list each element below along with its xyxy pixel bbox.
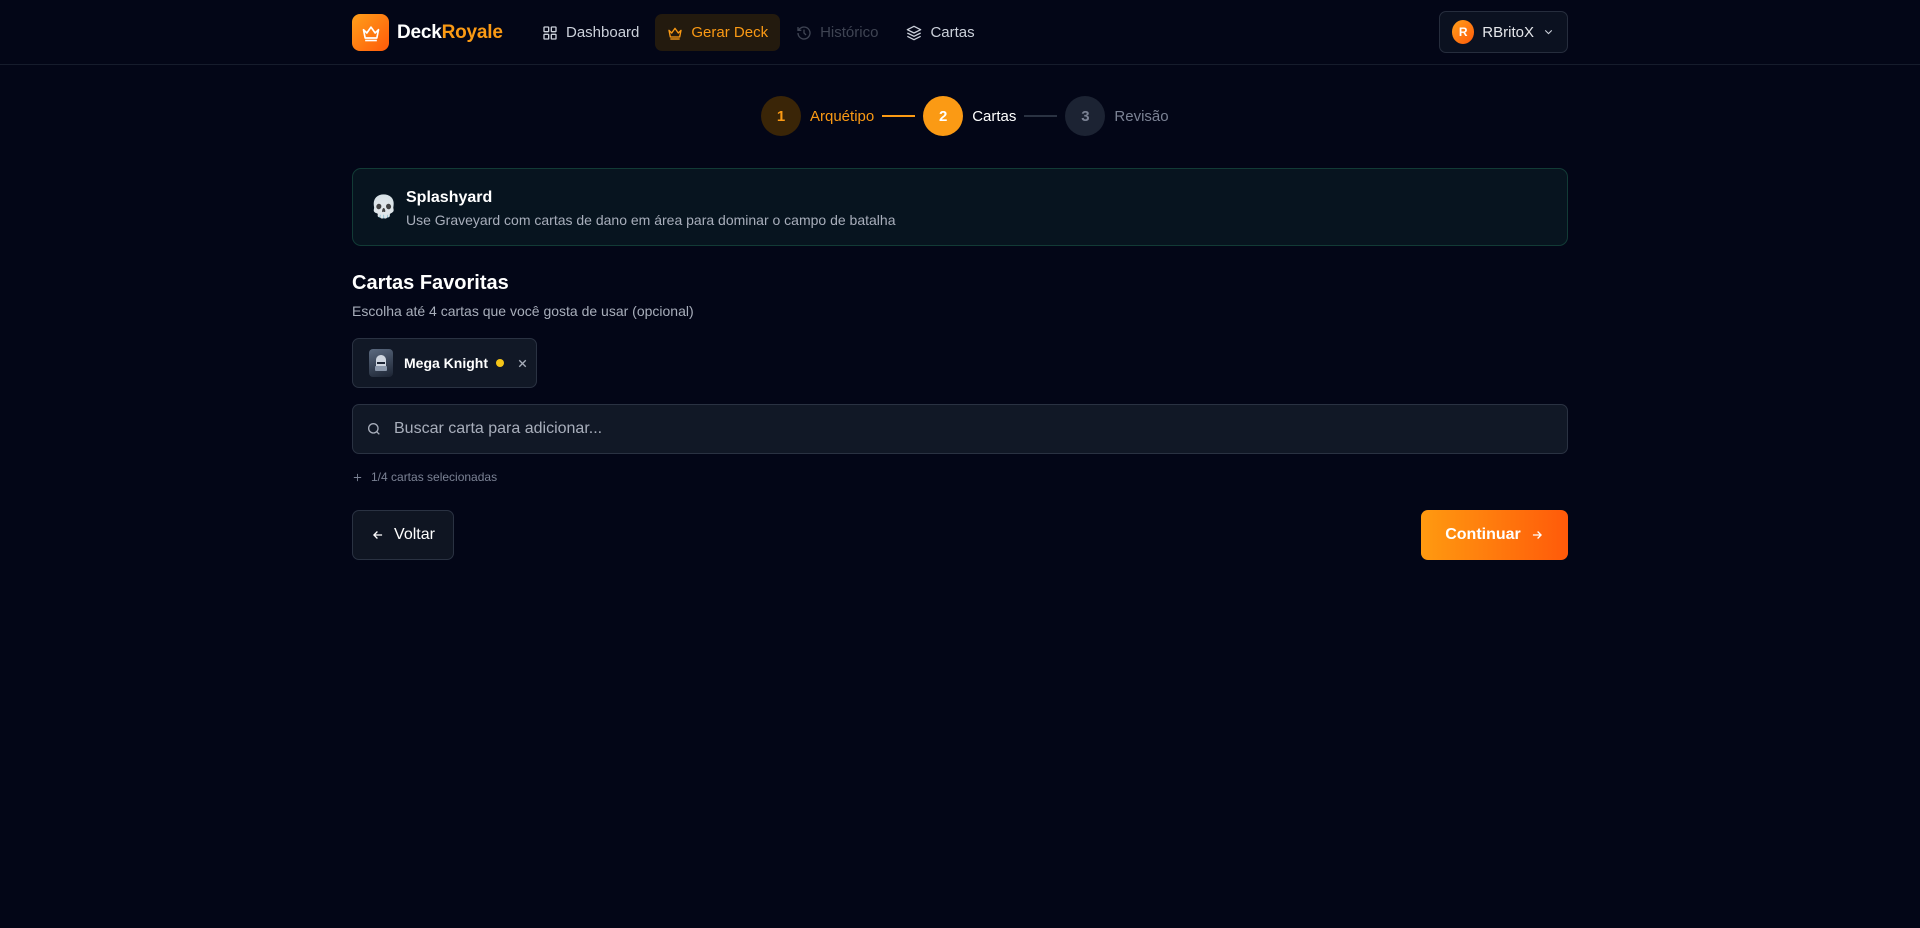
back-button-label: Voltar bbox=[394, 526, 435, 543]
archetype-description: Use Graveyard com cartas de dano em área… bbox=[406, 212, 896, 228]
nav-item-historico[interactable]: Histórico bbox=[784, 14, 890, 51]
card-thumbnail bbox=[369, 349, 393, 377]
avatar: R bbox=[1452, 20, 1475, 44]
selection-count-text: 1/4 cartas selecionadas bbox=[371, 470, 498, 484]
section-subtitle: Escolha até 4 cartas que você gosta de u… bbox=[352, 303, 694, 319]
grid-icon bbox=[543, 25, 557, 40]
step-label: Cartas bbox=[972, 107, 1017, 125]
nav-item-gerar-deck[interactable]: Gerar Deck bbox=[655, 14, 781, 51]
archetype-card: 💀 Splashyard Use Graveyard com cartas de… bbox=[352, 168, 1568, 246]
nav-item-label: Cartas bbox=[930, 24, 975, 41]
close-icon bbox=[518, 359, 526, 367]
app-logo[interactable]: DeckRoyale bbox=[352, 14, 503, 51]
selected-card-chip: Mega Knight bbox=[352, 338, 537, 388]
step-cartas: 2 Cartas bbox=[923, 96, 1016, 136]
skull-icon: 💀 bbox=[370, 194, 398, 219]
continue-button-label: Continuar bbox=[1445, 526, 1521, 543]
nav-item-cartas[interactable]: Cartas bbox=[894, 14, 986, 51]
layers-icon bbox=[907, 25, 922, 40]
top-navbar: DeckRoyale Dashboard Gerar Deck Históric… bbox=[0, 0, 1920, 65]
step-label: Arquétipo bbox=[810, 107, 875, 125]
user-menu-button[interactable]: R RBritoX bbox=[1439, 11, 1568, 53]
step-revisao: 3 Revisão bbox=[1065, 96, 1169, 136]
step-arquetipo[interactable]: 1 Arquétipo bbox=[761, 96, 874, 136]
section-title: Cartas Favoritas bbox=[352, 272, 509, 294]
back-button[interactable]: Voltar bbox=[352, 510, 454, 560]
nav-item-dashboard[interactable]: Dashboard bbox=[530, 14, 651, 51]
plus-icon bbox=[353, 473, 362, 481]
step-label: Revisão bbox=[1114, 107, 1169, 125]
selection-count: 1/4 cartas selecionadas bbox=[352, 470, 497, 484]
arrow-right-icon bbox=[1532, 531, 1542, 539]
chevron-down-icon bbox=[1544, 29, 1553, 35]
step-number: 1 bbox=[761, 96, 801, 136]
nav-item-label: Dashboard bbox=[566, 24, 640, 41]
nav-item-label: Histórico bbox=[820, 24, 879, 41]
continue-button[interactable]: Continuar bbox=[1421, 510, 1568, 560]
step-connector bbox=[882, 115, 916, 117]
rarity-dot bbox=[496, 359, 504, 367]
step-number: 2 bbox=[923, 96, 964, 136]
main-nav: Dashboard Gerar Deck Histórico Cartas bbox=[530, 14, 987, 51]
crown-icon bbox=[352, 14, 389, 51]
search-icon bbox=[368, 423, 380, 435]
app-name: DeckRoyale bbox=[397, 21, 503, 43]
step-connector bbox=[1024, 115, 1058, 117]
card-search-input[interactable] bbox=[394, 405, 1567, 453]
card-search-box bbox=[352, 404, 1568, 454]
crown-icon bbox=[668, 27, 683, 40]
nav-item-label: Gerar Deck bbox=[691, 24, 769, 41]
remove-card-button[interactable] bbox=[514, 355, 530, 371]
archetype-title: Splashyard bbox=[406, 189, 493, 206]
step-number: 3 bbox=[1065, 96, 1106, 136]
card-name: Mega Knight bbox=[404, 355, 488, 371]
history-icon bbox=[797, 25, 811, 40]
wizard-stepper: 1 Arquétipo 2 Cartas 3 Revisão bbox=[761, 96, 1169, 136]
user-name: RBritoX bbox=[1482, 23, 1534, 41]
arrow-left-icon bbox=[373, 531, 383, 539]
